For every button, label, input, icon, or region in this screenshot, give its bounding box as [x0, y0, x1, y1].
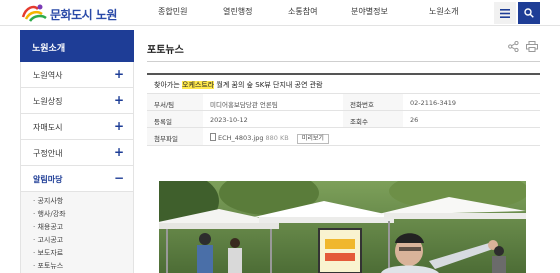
- submenu-item[interactable]: · 행사/강좌: [33, 209, 66, 219]
- views-label: 조회수: [343, 111, 403, 127]
- nav-field-info[interactable]: 분야별정보: [351, 6, 388, 17]
- sidebar-item-sister-city[interactable]: 자매도시 +: [20, 114, 134, 140]
- share-icon[interactable]: [508, 41, 519, 52]
- sidebar-item-admin-guide[interactable]: 구정안내 +: [20, 140, 134, 166]
- attachment-label: 첨부파일: [147, 128, 203, 145]
- dept-label: 부서/팀: [147, 94, 203, 110]
- search-icon: [524, 8, 534, 18]
- expand-icon: +: [113, 67, 124, 81]
- collapse-icon: −: [113, 171, 124, 185]
- expand-icon: +: [113, 119, 124, 133]
- logo-mark-icon: [21, 4, 47, 22]
- post-meta-row: 등록일 2023-10-12 조회수 26: [147, 111, 540, 128]
- file-size: 880 KB: [265, 134, 289, 142]
- nav-civil-service[interactable]: 종합민원: [158, 6, 187, 17]
- phone-value: 02-2116-3419: [410, 99, 457, 107]
- submenu-item[interactable]: · 채용공고: [33, 222, 63, 232]
- post-title: 찾아가는 오케스트라 월계 꿈의 숲 SK뷰 단지내 공연 관람: [147, 75, 540, 94]
- nav-participation[interactable]: 소통참여: [288, 6, 317, 17]
- global-nav: 종합민원 열린행정 소통참여 분야별정보 노원소개: [158, 6, 478, 20]
- attachment-value: ECH_4803.jpg 880 KB 미리보기: [203, 128, 540, 145]
- title-divider: [147, 61, 540, 62]
- file-icon: [210, 133, 216, 141]
- date-value: 2023-10-12: [210, 116, 248, 124]
- date-label: 등록일: [147, 111, 203, 127]
- site-logo[interactable]: 문화도시 노원: [20, 3, 120, 23]
- sidebar-item-label: 구정안내: [33, 149, 63, 158]
- sidebar-submenu: · 공지사항 · 행사/강좌 · 채용공고 · 고시공고 · 보도자료 · 포토…: [20, 192, 134, 273]
- attachment-link[interactable]: ECH_4803.jpg: [218, 134, 263, 142]
- page-tools: [508, 40, 540, 54]
- views-value: 26: [410, 116, 419, 124]
- post-photo: [159, 181, 526, 273]
- all-menu-button[interactable]: [494, 2, 516, 24]
- submenu-item[interactable]: · 공지사항: [33, 196, 63, 206]
- submenu-item[interactable]: · 포토뉴스: [33, 261, 63, 271]
- preview-button[interactable]: 미리보기: [296, 134, 329, 144]
- logo-text: 문화도시 노원: [50, 8, 117, 22]
- post-attachment-row: 첨부파일 ECH_4803.jpg 880 KB 미리보기: [147, 128, 540, 146]
- search-button[interactable]: [518, 2, 540, 24]
- submenu-item[interactable]: · 보도자료: [33, 248, 63, 258]
- nav-about-nowon[interactable]: 노원소개: [429, 6, 458, 17]
- dept-value: 미디어홍보담당관 언론팀: [210, 101, 278, 109]
- sidebar-item-history[interactable]: 노원역사 +: [20, 62, 134, 88]
- site-header: 문화도시 노원 종합민원 열린행정 소통참여 분야별정보 노원소개: [0, 0, 560, 26]
- sidebar: 노원소개 노원역사 + 노원상징 + 자매도시 + 구정안내 + 알림마당 − …: [20, 30, 134, 273]
- expand-icon: +: [113, 145, 124, 159]
- sidebar-item-label: 노원역사: [33, 71, 63, 80]
- sidebar-item-notice-board[interactable]: 알림마당 −: [20, 166, 134, 192]
- print-icon[interactable]: [526, 41, 538, 52]
- hamburger-icon: [500, 8, 510, 18]
- phone-label: 전화번호: [343, 94, 403, 110]
- page-title: 포토뉴스: [147, 45, 184, 56]
- sidebar-item-label: 자매도시: [33, 123, 63, 132]
- sidebar-item-symbol[interactable]: 노원상징 +: [20, 88, 134, 114]
- submenu-item[interactable]: · 고시공고: [33, 235, 63, 245]
- sidebar-title: 노원소개: [20, 30, 134, 62]
- nav-open-admin[interactable]: 열린행정: [223, 6, 252, 17]
- search-highlight: 오케스트라: [182, 81, 215, 89]
- sidebar-item-label: 노원상징: [33, 97, 63, 106]
- post-meta-row: 부서/팀 미디어홍보담당관 언론팀 전화번호 02-2116-3419: [147, 94, 540, 111]
- expand-icon: +: [113, 93, 124, 107]
- sidebar-item-label: 알림마당: [33, 175, 63, 184]
